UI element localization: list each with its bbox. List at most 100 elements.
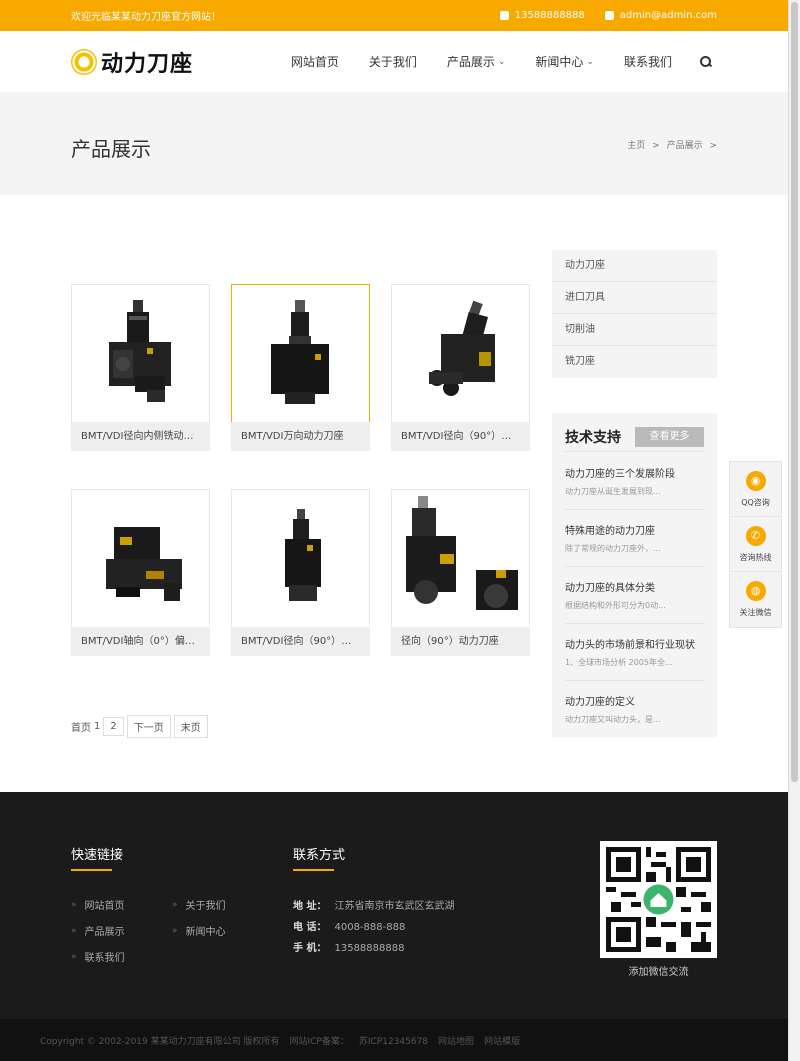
news-title[interactable]: 动力头的市场前景和行业现状: [565, 636, 704, 651]
divider: [565, 680, 704, 681]
news-item[interactable]: 动力头的市场前景和行业现状 1、全球市场分析 2005年全...: [565, 636, 704, 681]
footer-link-label: 关于我们: [185, 901, 226, 912]
chevron-right-icon: »: [71, 951, 77, 962]
product-name[interactable]: 径向（90°）动力刀座: [391, 627, 530, 656]
product-name[interactable]: BMT/VDI轴向（0°）偏心...: [71, 627, 210, 656]
top-email[interactable]: admin@admin.com: [604, 10, 717, 21]
hotline-label: 咨询热线: [739, 552, 772, 562]
qq-label: QQ咨询: [741, 497, 770, 507]
footer-link-products[interactable]: » 产品展示: [71, 923, 125, 939]
news-title[interactable]: 动力刀座的三个发展阶段: [565, 465, 704, 480]
pager-first[interactable]: 首页: [71, 719, 91, 734]
breadcrumb: 主页 > 产品展示 >: [623, 138, 717, 151]
chevron-right-icon: »: [71, 899, 77, 910]
tel-label: 电 话：: [293, 922, 327, 933]
top-phone-text: 13588888888: [514, 10, 585, 21]
pager-last[interactable]: 末页: [173, 715, 208, 738]
product-name[interactable]: BMT/VDI径向内侧铣动力...: [71, 422, 210, 451]
sidebar-item-power-holder[interactable]: 动力刀座: [552, 250, 717, 282]
footer-link-news[interactable]: » 新闻中心: [172, 923, 226, 939]
copyright-text: Copyright © 2002-2019 某某动力刀座有限公司 版权所有: [40, 1036, 280, 1047]
footer-link-home[interactable]: » 网站首页: [71, 897, 125, 913]
news-item[interactable]: 动力刀座的三个发展阶段 动力刀座从诞生发展到现...: [565, 465, 704, 510]
address-value: 江苏省南京市玄武区玄武湖: [334, 901, 455, 912]
address-label: 地 址：: [293, 901, 327, 912]
pagination: 首页 1 2 下一页 末页: [71, 715, 208, 738]
pager-next[interactable]: 下一页: [126, 715, 171, 738]
product-card[interactable]: BMT/VDI径向（90°）内...: [231, 489, 370, 656]
pager-page-2[interactable]: 2: [103, 717, 124, 736]
page-title: 产品展示: [71, 137, 151, 161]
nav-products[interactable]: 产品展示 ⌄: [447, 53, 506, 70]
news-desc: 动力刀座从诞生发展到现...: [565, 487, 661, 496]
wechat-icon: ◍: [745, 581, 766, 601]
nav-contact[interactable]: 联系我们: [624, 53, 672, 70]
accent-underline: [71, 869, 112, 871]
site-header: 动力刀座 网站首页 关于我们 产品展示 ⌄ 新闻中心 ⌄ 联系我们: [0, 31, 800, 92]
news-item[interactable]: 动力刀座的具体分类 根据结构和外形可分为0动...: [565, 579, 704, 624]
nav-home-label: 网站首页: [290, 55, 339, 69]
product-card[interactable]: BMT/VDI径向内侧铣动力...: [71, 284, 210, 451]
product-card[interactable]: BMT/VDI万向动力刀座: [231, 284, 370, 451]
breadcrumb-products[interactable]: 产品展示: [667, 141, 703, 151]
product-card[interactable]: 径向（90°）动力刀座: [391, 489, 530, 656]
template-link[interactable]: 网站模版: [484, 1034, 520, 1047]
chevron-down-icon: ⌄: [586, 56, 594, 67]
nav-home[interactable]: 网站首页: [291, 53, 339, 70]
page-scrollbar[interactable]: [788, 0, 800, 1061]
nav-news-label: 新闻中心: [535, 55, 584, 69]
product-name[interactable]: BMT/VDI径向（90°）摆...: [391, 422, 530, 451]
logo-icon: [71, 48, 97, 75]
wechat-label: 关注微信: [739, 608, 772, 617]
qr-caption: 添加微信交流: [628, 967, 689, 978]
support-title: 技术支持: [565, 430, 621, 446]
sidebar-categories: 动力刀座 进口刀具 切削油 铣刀座: [552, 250, 717, 378]
sidebar-item-mill-holder[interactable]: 铣刀座: [552, 346, 717, 378]
breadcrumb-home[interactable]: 主页: [627, 141, 645, 151]
product-card[interactable]: BMT/VDI轴向（0°）偏心...: [71, 489, 210, 656]
news-title[interactable]: 动力刀座的具体分类: [565, 579, 704, 594]
view-more-button[interactable]: 查看更多: [635, 427, 704, 447]
product-card[interactable]: BMT/VDI径向（90°）摆...: [391, 284, 530, 451]
footer-contact-title: 联系方式: [293, 848, 346, 863]
chevron-right-icon: »: [172, 899, 178, 910]
phone-icon: [499, 11, 509, 20]
product-name[interactable]: BMT/VDI径向（90°）内...: [231, 627, 370, 656]
nav-about[interactable]: 关于我们: [369, 53, 417, 70]
top-phone: 13588888888: [499, 10, 585, 21]
mobile-label: 手 机：: [293, 943, 327, 954]
main-nav: 网站首页 关于我们 产品展示 ⌄ 新闻中心 ⌄ 联系我们: [261, 31, 712, 92]
product-name[interactable]: BMT/VDI万向动力刀座: [231, 422, 370, 451]
footer-link-contact[interactable]: » 联系我们: [71, 949, 125, 965]
sitemap-link[interactable]: 网站地图: [438, 1034, 474, 1047]
mail-icon: [604, 11, 614, 20]
hotline-button[interactable]: ✆ 咨询热线: [730, 517, 781, 572]
footer-link-about[interactable]: » 关于我们: [172, 897, 226, 913]
product-image: [72, 285, 209, 422]
sidebar-item-cutting-oil[interactable]: 切削油: [552, 314, 717, 346]
qq-consult-button[interactable]: ◉ QQ咨询: [730, 462, 781, 517]
scrollbar-thumb[interactable]: [791, 2, 798, 782]
footer-address: 地 址： 江苏省南京市玄武区玄武湖: [293, 897, 454, 912]
news-desc: 除了常规的动力刀座外，...: [565, 544, 661, 553]
logo[interactable]: 动力刀座: [71, 46, 193, 78]
divider: [565, 509, 704, 510]
product-image: [232, 285, 369, 422]
news-item[interactable]: 动力刀座的定义 动力刀座又叫动力头，是...: [565, 693, 704, 725]
accent-underline: [293, 869, 334, 871]
news-title[interactable]: 动力刀座的定义: [565, 693, 704, 708]
chevron-right-icon: »: [172, 925, 178, 936]
nav-news[interactable]: 新闻中心 ⌄: [535, 53, 594, 70]
news-title[interactable]: 特殊用途的动力刀座: [565, 522, 704, 537]
logo-text: 动力刀座: [101, 50, 194, 77]
product-image: [72, 490, 209, 627]
footer-mobile: 手 机： 13588888888: [293, 939, 404, 954]
sidebar-item-imported-tools[interactable]: 进口刀具: [552, 282, 717, 314]
product-image: [232, 490, 369, 627]
divider: [565, 566, 704, 567]
news-item[interactable]: 特殊用途的动力刀座 除了常规的动力刀座外，...: [565, 522, 704, 567]
top-contact: 13588888888 admin@admin.com: [499, 0, 717, 31]
icp-link[interactable]: 苏ICP12345678: [359, 1034, 428, 1047]
wechat-button[interactable]: ◍ 关注微信: [730, 572, 781, 627]
search-icon[interactable]: [700, 55, 712, 68]
